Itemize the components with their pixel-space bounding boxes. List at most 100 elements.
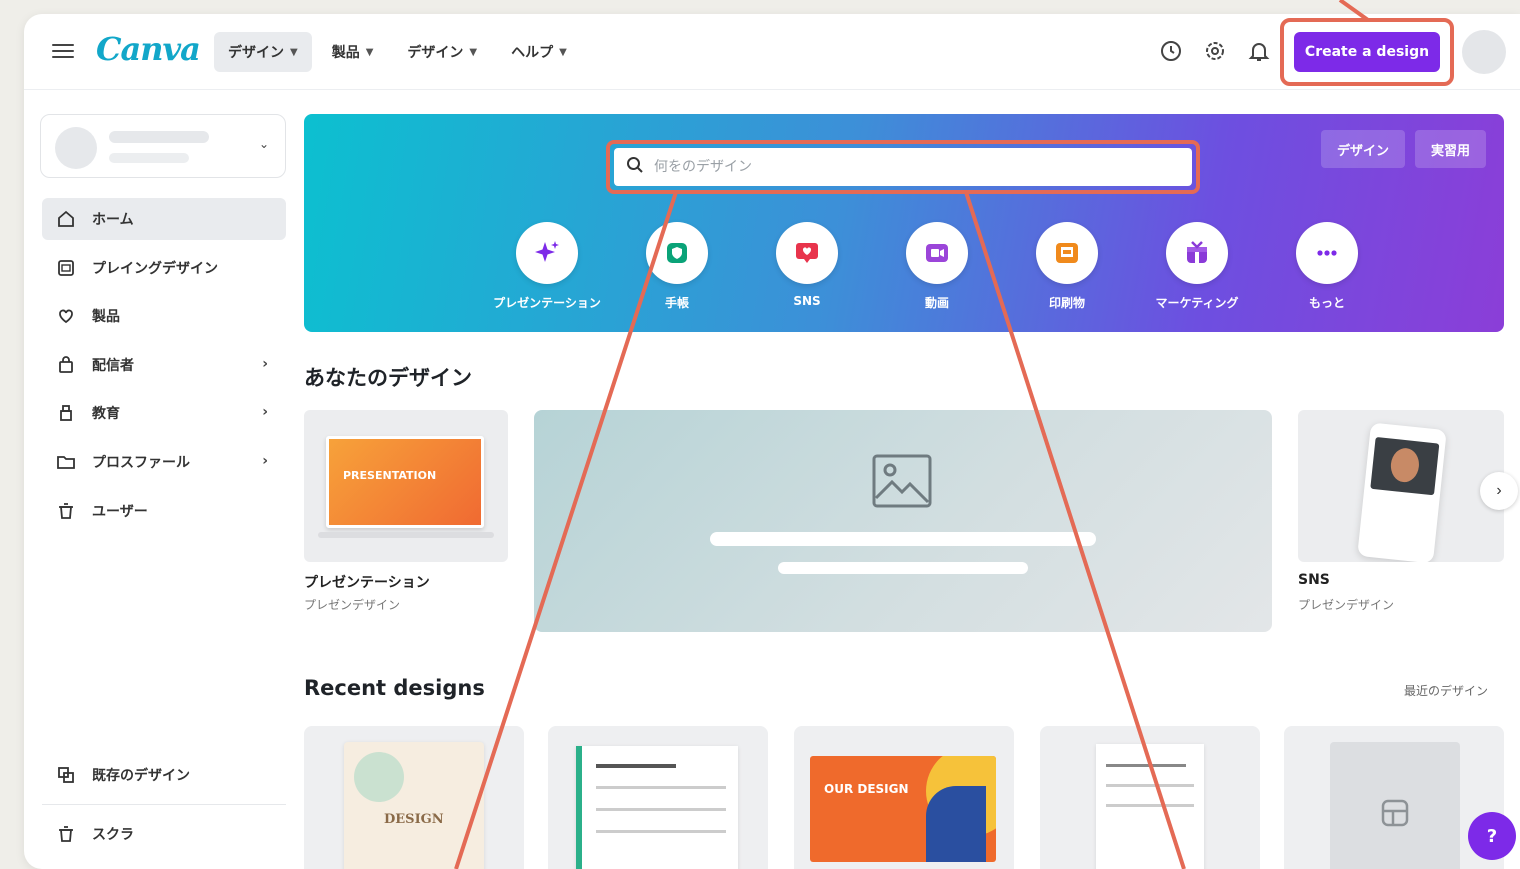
card-thumbnail bbox=[1298, 410, 1504, 562]
chevron-down-icon: ⌄ bbox=[258, 137, 269, 151]
recent-card-1[interactable]: DESIGN bbox=[304, 726, 524, 869]
design-shortcuts: プレゼンテーション 手帳 SNS 動画 印刷物 マーケティング もっと bbox=[482, 222, 1392, 311]
sidebar-nav: ホーム プレイングデザイン 製品 配信者 › 教育 › プロスファール › ユー… bbox=[42, 198, 286, 538]
print-icon bbox=[1036, 222, 1098, 284]
more-icon bbox=[1296, 222, 1358, 284]
search-highlight bbox=[606, 140, 1200, 194]
nav-help[interactable]: ヘルプ ▼ bbox=[497, 32, 581, 72]
decor-shape bbox=[926, 786, 986, 862]
nav-products[interactable]: 製品 ▼ bbox=[318, 32, 388, 72]
hero-tabs: デザイン 実習用 bbox=[1320, 130, 1486, 168]
portrait-image bbox=[1389, 446, 1421, 484]
top-icons bbox=[1158, 38, 1272, 64]
sidebar-item-home[interactable]: ホーム bbox=[42, 198, 286, 240]
account-email-placeholder bbox=[109, 153, 189, 163]
chevron-right-icon: › bbox=[1496, 482, 1502, 499]
search-icon bbox=[626, 156, 644, 178]
shortcut-notebook[interactable]: 手帳 bbox=[612, 222, 742, 311]
card-thumbnail: PRESENTATION bbox=[304, 410, 508, 562]
recent-designs-title: Recent designs bbox=[304, 676, 485, 700]
sidebar-item-users[interactable]: ユーザー bbox=[42, 490, 286, 532]
copy-icon bbox=[54, 763, 78, 787]
menu-icon[interactable] bbox=[52, 40, 74, 62]
sidebar-item-distributors[interactable]: 配信者 › bbox=[42, 344, 286, 386]
carousel-next-button[interactable]: › bbox=[1480, 472, 1518, 510]
placeholder-subtitle-bar bbox=[778, 562, 1028, 574]
trash-icon bbox=[54, 499, 78, 523]
video-icon bbox=[906, 222, 968, 284]
chevron-right-icon: › bbox=[262, 355, 268, 372]
laptop-base bbox=[318, 532, 494, 538]
form-line bbox=[1106, 784, 1194, 787]
template-icon bbox=[54, 256, 78, 280]
create-button-highlight: Create a design bbox=[1280, 18, 1454, 86]
recent-thumb-banner: OUR DESIGN bbox=[810, 756, 996, 862]
chevron-right-icon: › bbox=[262, 452, 268, 469]
trash-icon bbox=[54, 822, 78, 846]
shortcut-presentation[interactable]: プレゼンテーション bbox=[482, 222, 612, 311]
sidebar-item-products[interactable]: 製品 bbox=[42, 295, 286, 337]
sidebar-bottom: 既存のデザイン スクラ bbox=[42, 754, 286, 862]
canva-window: Canva デザイン ▼ 製品 ▼ デザイン ▼ ヘルプ ▼ Create a desi… bbox=[24, 14, 1520, 869]
your-designs-title: あなたのデザイン bbox=[304, 366, 472, 390]
hero-tab-practice[interactable]: 実習用 bbox=[1414, 130, 1486, 168]
sidebar-item-projects[interactable]: プロスファール › bbox=[42, 441, 286, 483]
bell-icon[interactable] bbox=[1246, 38, 1272, 64]
sidebar-item-education[interactable]: 教育 › bbox=[42, 392, 286, 434]
doc-line bbox=[596, 764, 676, 768]
nav-design[interactable]: デザイン ▼ bbox=[214, 32, 312, 72]
design-placeholder-card[interactable] bbox=[534, 410, 1272, 632]
chevron-right-icon: › bbox=[262, 404, 268, 421]
hero-tab-design[interactable]: デザイン bbox=[1320, 130, 1405, 168]
recent-card-2[interactable] bbox=[548, 726, 768, 869]
help-button[interactable]: ? bbox=[1468, 812, 1516, 860]
chevron-down-icon: ▼ bbox=[290, 46, 298, 58]
search-input[interactable] bbox=[654, 159, 1134, 175]
search-box bbox=[614, 148, 1192, 186]
placeholder-title-bar bbox=[710, 532, 1096, 546]
shortcut-video[interactable]: 動画 bbox=[872, 222, 1002, 311]
design-card-presentation[interactable]: PRESENTATION プレゼンテーション プレゼンデザイン bbox=[304, 410, 508, 616]
canva-logo[interactable]: Canva bbox=[96, 30, 201, 68]
sidebar-item-templates[interactable]: プレイングデザイン bbox=[42, 247, 286, 289]
recent-thumb-empty bbox=[1330, 742, 1460, 869]
top-nav: デザイン ▼ 製品 ▼ デザイン ▼ ヘルプ ▼ bbox=[214, 32, 581, 72]
avatar[interactable] bbox=[1462, 30, 1506, 74]
recent-thumb-form bbox=[1096, 744, 1204, 869]
form-line bbox=[1106, 804, 1194, 807]
form-line bbox=[1106, 764, 1186, 767]
doc-line bbox=[596, 830, 726, 833]
sidebar: ⌄ ホーム プレイングデザイン 製品 配信者 › 教育 › プロスファール › … bbox=[24, 90, 294, 869]
see-all-link[interactable]: 最近のデザイン bbox=[1404, 682, 1488, 699]
bag-icon bbox=[54, 353, 78, 377]
account-avatar bbox=[55, 127, 97, 169]
heart-icon bbox=[776, 222, 838, 284]
home-icon bbox=[54, 207, 78, 231]
hero-banner: デザイン 実習用 プレゼンテーション 手帳 SNS bbox=[304, 114, 1504, 332]
sidebar-item-trash[interactable]: スクラ bbox=[42, 813, 286, 855]
shortcut-print[interactable]: 印刷物 bbox=[1002, 222, 1132, 311]
phone-photo bbox=[1370, 436, 1440, 496]
sidebar-item-existing-designs[interactable]: 既存のデザイン bbox=[42, 754, 286, 796]
recent-card-3[interactable]: OUR DESIGN bbox=[794, 726, 1014, 869]
shortcut-sns[interactable]: SNS bbox=[742, 222, 872, 311]
top-bar: Canva デザイン ▼ 製品 ▼ デザイン ▼ ヘルプ ▼ Create a desi… bbox=[24, 14, 1520, 90]
folder-icon bbox=[54, 450, 78, 474]
heart-icon bbox=[54, 304, 78, 328]
gift-icon bbox=[1166, 222, 1228, 284]
doc-line bbox=[596, 808, 726, 811]
sparkle-icon bbox=[516, 222, 578, 284]
recent-card-4[interactable] bbox=[1040, 726, 1260, 869]
clock-icon[interactable] bbox=[1158, 38, 1184, 64]
settings-icon[interactable] bbox=[1202, 38, 1228, 64]
account-switcher[interactable]: ⌄ bbox=[40, 114, 286, 178]
create-design-button[interactable]: Create a design bbox=[1294, 32, 1440, 72]
chevron-down-icon: ▼ bbox=[559, 46, 567, 58]
design-card-sns[interactable]: SNS プレゼンデザイン bbox=[1298, 410, 1504, 616]
shortcut-more[interactable]: もっと bbox=[1262, 222, 1392, 311]
decor-shape bbox=[354, 752, 404, 802]
chevron-down-icon: ▼ bbox=[365, 46, 374, 58]
shortcut-marketing[interactable]: マーケティング bbox=[1132, 222, 1262, 311]
nav-design-2[interactable]: デザイン ▼ bbox=[393, 32, 491, 72]
template-icon bbox=[1380, 798, 1410, 832]
